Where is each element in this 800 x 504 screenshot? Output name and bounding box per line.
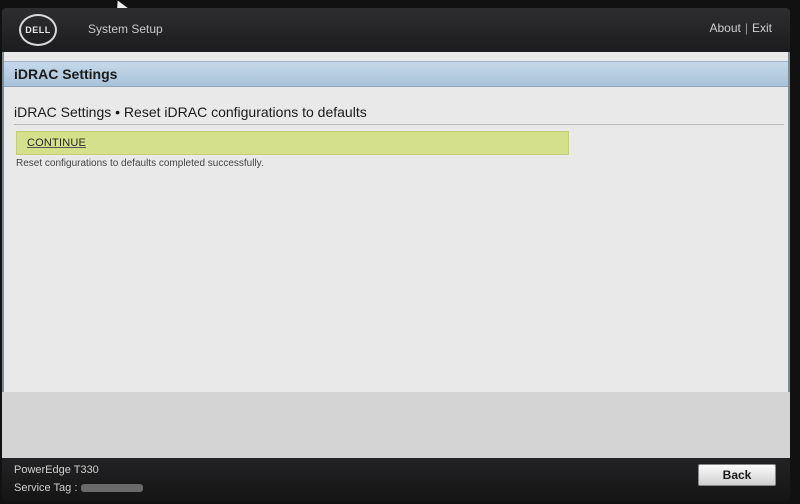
lower-strip <box>2 392 790 458</box>
about-link[interactable]: About <box>710 21 741 35</box>
exit-link[interactable]: Exit <box>752 21 772 35</box>
dell-logo: DELL <box>19 14 57 46</box>
header-links: About | Exit <box>710 21 773 35</box>
service-tag-redacted <box>81 484 144 493</box>
service-tag: Service Tag : <box>14 482 144 494</box>
continue-button[interactable]: CONTINUE <box>16 131 569 155</box>
footer-bar: PowerEdge T330 Service Tag : Back <box>2 458 790 502</box>
section-title: iDRAC Settings <box>14 66 118 82</box>
app-title: System Setup <box>88 22 163 36</box>
header-bar: DELL System Setup About | Exit <box>2 8 790 53</box>
back-button[interactable]: Back <box>698 464 776 486</box>
page-heading: iDRAC Settings • Reset iDRAC configurati… <box>14 104 367 120</box>
main-panel: iDRAC Settings iDRAC Settings • Reset iD… <box>2 52 790 392</box>
service-tag-label: Service Tag : <box>14 482 78 494</box>
bios-screen: DELL System Setup About | Exit iDRAC Setti… <box>0 0 800 504</box>
status-message: Reset configurations to defaults complet… <box>16 158 264 169</box>
section-title-bar: iDRAC Settings <box>4 61 788 87</box>
system-model: PowerEdge T330 <box>14 464 99 476</box>
link-separator: | <box>744 21 748 35</box>
heading-divider <box>14 124 784 125</box>
continue-label: CONTINUE <box>27 137 87 149</box>
